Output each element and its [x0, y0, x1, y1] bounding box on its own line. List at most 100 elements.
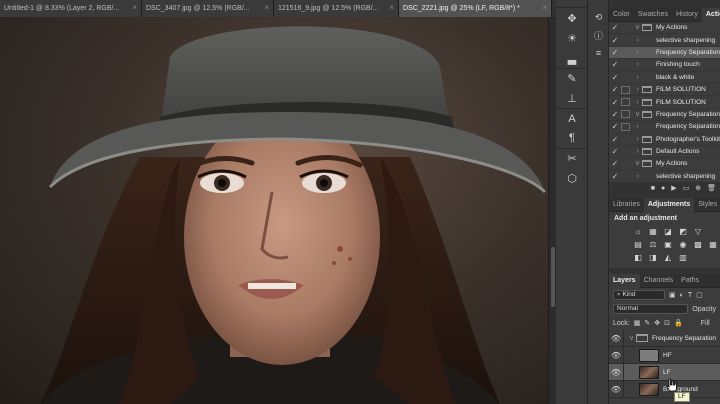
record-icon[interactable]: ●	[661, 185, 665, 192]
toggle-check-icon[interactable]: ✓	[609, 122, 621, 131]
filter-shape-icon[interactable]: ▢	[696, 291, 703, 299]
expand-chevron-down-icon[interactable]: v	[633, 111, 642, 118]
exposure-icon[interactable]: ◩	[678, 227, 688, 236]
lock-artboard-icon[interactable]: ⊡	[664, 319, 670, 327]
toggle-check-icon[interactable]: ✓	[609, 60, 621, 69]
column-grip[interactable]	[588, 0, 609, 8]
expand-chevron-down-icon[interactable]: v	[633, 24, 642, 31]
stamp-icon[interactable]: ⊥	[556, 88, 588, 108]
action-item[interactable]: ✓ v My Actions	[609, 22, 720, 35]
tab-channels[interactable]: Channels	[640, 274, 678, 288]
posterize-icon[interactable]: ◨	[648, 253, 658, 262]
filter-pixel-icon[interactable]: ▣	[669, 291, 676, 299]
dialog-toggle-box[interactable]	[621, 85, 630, 94]
blend-mode-select[interactable]: Normal	[613, 304, 689, 314]
dialog-toggle-box[interactable]	[621, 122, 630, 131]
action-item[interactable]: ✓ › black & white	[609, 72, 720, 84]
toggle-check-icon[interactable]: ✓	[609, 73, 621, 82]
channel-mixer-icon[interactable]: ▩	[693, 240, 703, 249]
dialog-toggle-box[interactable]	[621, 73, 630, 81]
expand-chevron-right-icon[interactable]: ›	[633, 74, 642, 81]
lock-pixels-icon[interactable]: ▦	[634, 319, 641, 327]
close-tab-icon[interactable]: ×	[389, 4, 394, 12]
expand-chevron-right-icon[interactable]: ›	[633, 136, 642, 143]
move-cursor-icon[interactable]: ✥	[556, 8, 588, 28]
brush-icon[interactable]: ✎	[556, 68, 588, 88]
dialog-toggle-box[interactable]	[621, 36, 630, 44]
expand-chevron-right-icon[interactable]: ›	[633, 49, 642, 56]
filter-type-icon[interactable]: T	[688, 292, 692, 299]
scrollbar-thumb[interactable]	[551, 247, 555, 307]
action-item[interactable]: ✓ › Finishing touch	[609, 59, 720, 72]
expand-chevron-right-icon[interactable]: ›	[633, 99, 642, 106]
action-item[interactable]: ✓ › Frequency Separation	[609, 121, 720, 134]
hue-saturation-icon[interactable]: ▤	[633, 240, 643, 249]
document-canvas[interactable]	[0, 17, 548, 404]
lock-move-icon[interactable]: ✥	[654, 319, 660, 327]
layer-row[interactable]: 👁 v Frequency Separation	[609, 330, 720, 347]
canvas-vertical-scrollbar[interactable]	[548, 17, 556, 404]
action-item[interactable]: ✓ › Default Actions	[609, 146, 720, 159]
text-icon[interactable]: A	[556, 108, 588, 128]
photo-filter-icon[interactable]: ◉	[678, 240, 688, 249]
color-lookup-icon[interactable]: ▦	[708, 240, 718, 249]
curves-icon[interactable]: ◪	[663, 227, 673, 236]
visibility-eye-icon[interactable]: 👁	[609, 351, 623, 360]
toggle-check-icon[interactable]: ✓	[609, 85, 621, 94]
dialog-toggle-box[interactable]	[621, 61, 630, 69]
toggle-check-icon[interactable]: ✓	[609, 23, 621, 32]
expand-chevron-down-icon[interactable]: v	[633, 160, 642, 167]
expand-chevron-right-icon[interactable]: ›	[633, 86, 642, 93]
play-icon[interactable]: ▶	[671, 184, 676, 192]
expand-chevron-right-icon[interactable]: ›	[633, 173, 642, 180]
panel-grip[interactable]	[556, 0, 587, 8]
brightness-icon[interactable]: ☀	[556, 28, 588, 48]
action-item[interactable]: ✓ › Frequency Separation	[609, 46, 720, 60]
filter-adjust-icon[interactable]: ◐	[680, 292, 684, 299]
properties-icon[interactable]: ≡	[588, 44, 609, 62]
brightness-contrast-icon[interactable]: ☼	[633, 227, 643, 236]
expand-chevron-right-icon[interactable]: ›	[633, 123, 642, 130]
dialog-toggle-box[interactable]	[621, 24, 630, 32]
color-balance-icon[interactable]: ⚖	[648, 240, 658, 249]
toggle-check-icon[interactable]: ✓	[609, 98, 621, 107]
close-tab-icon[interactable]: ×	[264, 4, 269, 12]
lock-brush-icon[interactable]: ✎	[644, 319, 650, 327]
threshold-icon[interactable]: ◭	[663, 253, 673, 262]
tab-color[interactable]: Color	[609, 8, 634, 22]
action-item[interactable]: ✓ v Frequency Separation	[609, 109, 720, 122]
new-action-icon[interactable]: ⊕	[695, 184, 701, 192]
histogram-icon[interactable]: ▃	[556, 48, 588, 68]
document-tab-121516[interactable]: 121516_9.jpg @ 12.5% (RGB/... ×	[274, 0, 399, 17]
crop-icon[interactable]: ✂	[556, 148, 588, 168]
levels-icon[interactable]: ▦	[648, 227, 658, 236]
toggle-check-icon[interactable]: ✓	[609, 135, 621, 144]
gradient-map-icon[interactable]: ▥	[678, 253, 688, 262]
tab-libraries[interactable]: Libraries	[609, 198, 644, 212]
expand-chevron-right-icon[interactable]: ›	[633, 37, 642, 44]
invert-icon[interactable]: ◧	[633, 253, 643, 262]
new-set-icon[interactable]: ▭	[683, 184, 690, 192]
close-tab-icon[interactable]: ×	[132, 4, 137, 12]
dialog-toggle-box[interactable]	[621, 172, 630, 180]
dialog-toggle-box[interactable]	[621, 110, 630, 119]
vibrance-icon[interactable]: ▽	[693, 227, 703, 236]
action-item[interactable]: ✓ › Photographer's Toolkit	[609, 134, 720, 146]
toggle-check-icon[interactable]: ✓	[609, 159, 621, 168]
tab-paths[interactable]: Paths	[677, 274, 703, 288]
action-item[interactable]: ✓ v My Actions	[609, 158, 720, 171]
toggle-check-icon[interactable]: ✓	[609, 110, 621, 119]
visibility-eye-icon[interactable]: 👁	[609, 334, 623, 343]
expand-chevron-right-icon[interactable]: ›	[633, 61, 642, 68]
dialog-toggle-box[interactable]	[621, 148, 630, 156]
action-item[interactable]: ✓ › selective sharpening	[609, 34, 720, 47]
action-item[interactable]: ✓ › FILM SOLUTION	[609, 96, 720, 109]
expand-chevron-down-icon[interactable]: v	[627, 335, 636, 342]
stop-icon[interactable]: ■	[651, 185, 655, 192]
tab-adjustments[interactable]: Adjustments	[643, 197, 695, 212]
layer-row[interactable]: 👁 HF	[609, 347, 720, 364]
lock-all-icon[interactable]: 🔒	[674, 319, 683, 327]
expand-chevron-right-icon[interactable]: ›	[633, 148, 642, 155]
dialog-toggle-box[interactable]	[621, 48, 630, 56]
tab-history[interactable]: History	[672, 8, 702, 22]
